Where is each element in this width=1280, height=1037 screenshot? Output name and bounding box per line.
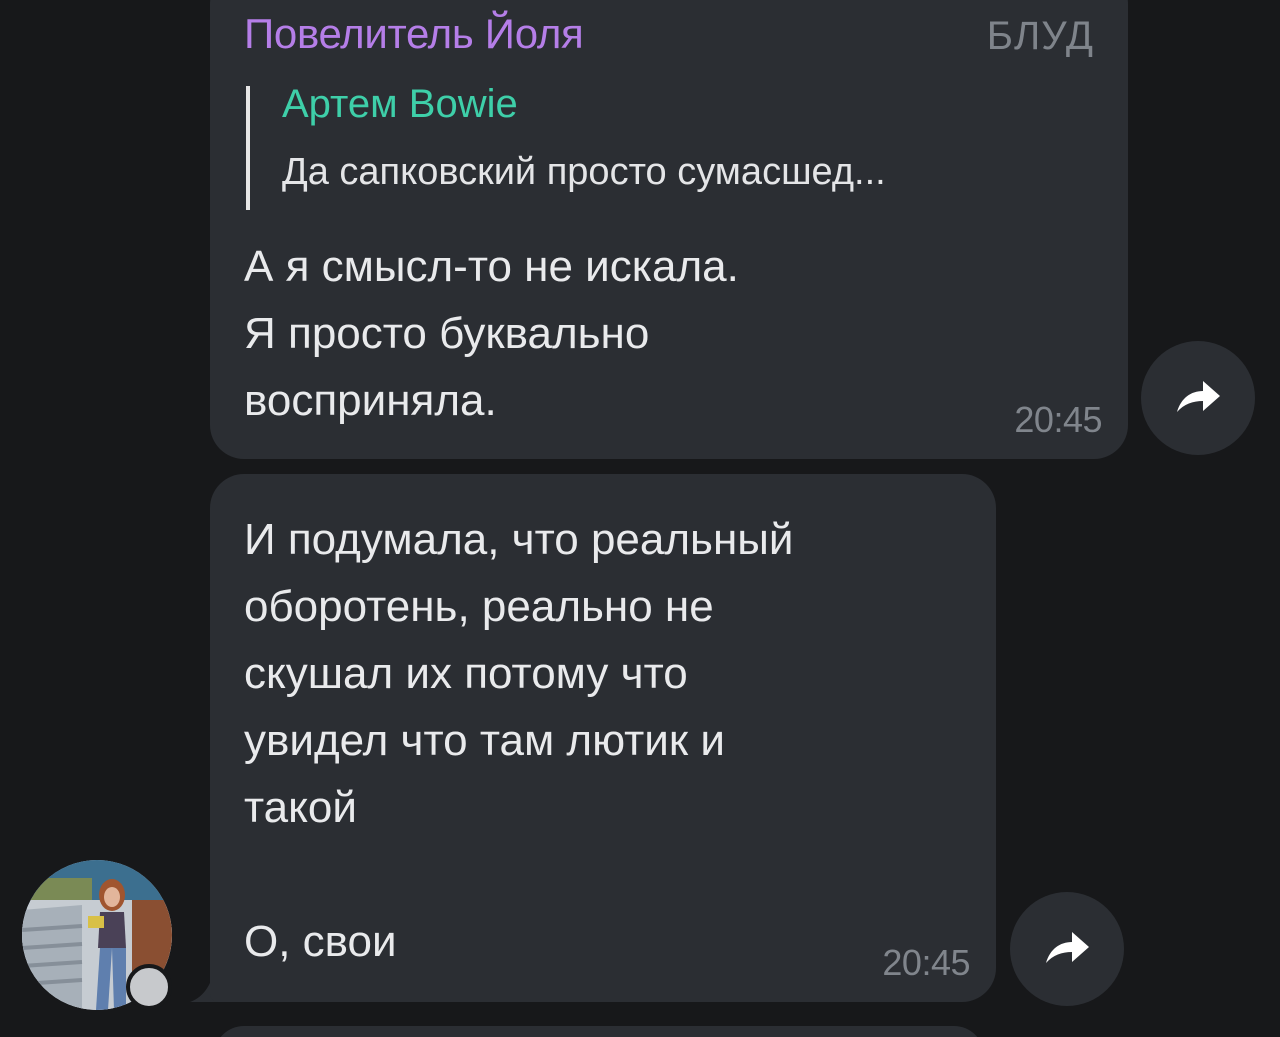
online-status-indicator — [126, 964, 172, 1010]
share-arrow-icon — [1046, 932, 1089, 963]
chat-message-list: Повелитель Йоля БЛУД Артем Bowie Да сапк… — [0, 0, 1280, 1037]
reply-author: Артем Bowie — [282, 82, 518, 126]
message-text: И подумала, что реальный оборотень, реал… — [244, 515, 794, 966]
message-text: А я смысл-то не искала. Я просто букваль… — [244, 242, 739, 425]
message-time: 20:45 — [882, 942, 970, 983]
reply-quote[interactable]: Артем Bowie Да сапковский просто сумасше… — [246, 82, 1096, 210]
reply-text: Да сапковский просто сумасшед... — [282, 151, 886, 193]
share-arrow-icon — [1177, 381, 1220, 412]
message-bubble[interactable] — [214, 1026, 984, 1037]
sender-tag: БЛУД — [986, 14, 1094, 58]
message-time: 20:45 — [1014, 399, 1102, 440]
sender-name[interactable]: Повелитель Йоля — [244, 10, 584, 58]
share-button[interactable] — [1010, 892, 1124, 1006]
message-bubble[interactable]: И подумала, что реальный оборотень, реал… — [210, 474, 996, 1002]
message-bubble[interactable]: Повелитель Йоля БЛУД Артем Bowie Да сапк… — [210, 0, 1128, 459]
share-button[interactable] — [1141, 341, 1255, 455]
